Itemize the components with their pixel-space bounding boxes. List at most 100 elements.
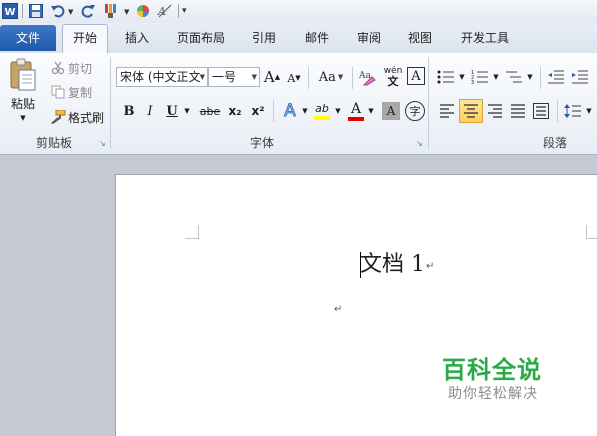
redo-icon[interactable] xyxy=(80,2,96,20)
group-separator xyxy=(110,57,111,149)
font-group-label: 字体 xyxy=(249,136,274,150)
quick-access-toolbar: W ▼ ▼ A ▾ xyxy=(0,0,597,24)
line-spacing-icon[interactable] xyxy=(563,101,583,121)
align-left-icon[interactable] xyxy=(437,101,457,121)
page-corner-mark-right xyxy=(586,225,597,239)
multilevel-list-dropdown-icon[interactable]: ▼ xyxy=(525,71,535,83)
clear-formatting-icon[interactable]: Aa xyxy=(357,67,377,87)
tab-home[interactable]: 开始 xyxy=(62,24,108,54)
highlight-label: ab xyxy=(315,102,329,115)
tab-view[interactable]: 视图 xyxy=(403,27,437,49)
save-icon[interactable] xyxy=(28,2,44,20)
font-name-value: 宋体 (中文正文 xyxy=(120,70,201,84)
page-corner-mark-left xyxy=(185,225,199,239)
align-right-icon[interactable] xyxy=(485,101,505,121)
clipboard-group-label: 剪贴板 xyxy=(35,136,72,150)
scissors-icon[interactable] xyxy=(50,60,66,76)
text-effects-dropdown-icon[interactable]: ▼ xyxy=(300,103,310,119)
italic-button[interactable]: I xyxy=(142,101,158,121)
font-row-separator xyxy=(352,67,353,89)
font-size-select[interactable]: 一号 ▼ xyxy=(208,67,260,87)
numbering-dropdown-icon[interactable]: ▼ xyxy=(491,71,501,83)
tab-page-layout[interactable]: 页面布局 xyxy=(172,27,230,49)
group-separator xyxy=(428,57,429,149)
bold-button[interactable]: B xyxy=(121,101,137,121)
undo-dropdown-icon[interactable]: ▼ xyxy=(68,8,73,16)
distributed-icon[interactable] xyxy=(531,101,551,121)
numbering-icon[interactable]: 123 xyxy=(470,67,490,87)
cut-button[interactable]: 剪切 xyxy=(68,60,92,76)
font-color-dropdown-icon[interactable]: ▼ xyxy=(366,103,376,119)
increase-indent-icon[interactable] xyxy=(570,67,590,87)
strikethrough-button[interactable]: abe xyxy=(199,101,221,121)
highlight-color-bar xyxy=(314,116,330,120)
font-color-bar xyxy=(348,117,364,121)
watermark-subtitle: 助你轻松解决 xyxy=(448,386,538,402)
customize-qat-icon[interactable]: ▾ xyxy=(182,6,187,16)
change-case-button[interactable]: Aa ▼ xyxy=(316,67,346,87)
highlight-button[interactable]: ab xyxy=(311,100,333,122)
tab-references[interactable]: 引用 xyxy=(247,27,281,49)
character-shading-button[interactable]: A xyxy=(382,102,400,120)
qat-separator xyxy=(22,4,23,18)
tab-file[interactable]: 文件 xyxy=(0,25,56,51)
ribbon-panel: 粘贴 ▼ 剪切 复制 格式刷 剪贴板 ↘ 宋体 (中文正文 ▼ 一号 ▼ A ▲ … xyxy=(0,53,597,155)
font-row-separator xyxy=(308,67,309,89)
copy-icon[interactable] xyxy=(50,84,66,100)
superscript-button[interactable]: x² xyxy=(249,101,267,121)
grow-font-button[interactable]: A ▲ xyxy=(264,67,280,87)
svg-text:W: W xyxy=(4,7,15,18)
paste-dropdown-icon[interactable]: ▼ xyxy=(16,113,30,123)
paste-button[interactable]: 粘贴 xyxy=(6,95,40,111)
clear-format-icon[interactable]: A xyxy=(156,2,174,20)
phonetic-guide-button[interactable]: wén 文 xyxy=(381,65,405,89)
color-wheel-icon[interactable] xyxy=(135,2,151,20)
change-case-label: Aa xyxy=(318,69,336,85)
highlight-dropdown-icon[interactable]: ▼ xyxy=(333,103,343,119)
bullets-icon[interactable] xyxy=(436,67,456,87)
bullets-dropdown-icon[interactable]: ▼ xyxy=(457,71,467,83)
grow-font-label: A xyxy=(263,68,275,86)
paragraph-mark-icon: ↵ xyxy=(426,261,435,272)
paragraph-row-separator xyxy=(557,100,558,122)
character-border-button[interactable]: A xyxy=(407,67,425,85)
document-title-text[interactable]: 文档 1 xyxy=(360,250,425,280)
clipboard-dialog-launcher-icon[interactable]: ↘ xyxy=(99,139,106,148)
line-spacing-dropdown-icon[interactable]: ▼ xyxy=(584,105,594,117)
ribbon-tab-bar: 文件 开始 插入 页面布局 引用 邮件 审阅 视图 开发工具 xyxy=(0,23,597,54)
paste-icon[interactable] xyxy=(6,57,40,93)
underline-dropdown-icon[interactable]: ▼ xyxy=(182,103,192,119)
subscript-button[interactable]: x₂ xyxy=(226,101,244,121)
tab-insert[interactable]: 插入 xyxy=(120,27,154,49)
copy-button[interactable]: 复制 xyxy=(68,84,92,100)
decrease-indent-icon[interactable] xyxy=(546,67,566,87)
align-center-icon[interactable] xyxy=(459,99,483,123)
qat-separator xyxy=(178,4,179,18)
shrink-font-button[interactable]: A ▼ xyxy=(286,69,302,87)
word-app-icon[interactable]: W xyxy=(1,2,19,20)
justify-icon[interactable] xyxy=(508,101,528,121)
font-size-dropdown-icon[interactable]: ▼ xyxy=(252,68,257,86)
multilevel-list-icon[interactable] xyxy=(504,67,524,87)
enclose-characters-button[interactable]: 字 xyxy=(405,101,425,121)
underline-button[interactable]: U xyxy=(164,101,180,121)
format-painter-button[interactable]: 格式刷 xyxy=(68,109,104,125)
font-name-dropdown-icon[interactable]: ▼ xyxy=(200,68,205,86)
undo-icon[interactable] xyxy=(50,2,66,20)
format-brush-icon[interactable] xyxy=(102,2,122,20)
format-brush-dropdown-icon[interactable]: ▼ xyxy=(124,8,129,16)
format-painter-icon[interactable] xyxy=(50,109,66,125)
font-size-value: 一号 xyxy=(212,70,237,84)
phonetic-guide-char: 文 xyxy=(387,74,399,88)
text-effects-button[interactable]: A xyxy=(280,100,300,122)
paragraph-mark-icon: ↵ xyxy=(334,304,343,315)
tab-developer[interactable]: 开发工具 xyxy=(455,27,515,49)
tab-mailings[interactable]: 邮件 xyxy=(300,27,334,49)
font-color-label: A xyxy=(350,101,362,117)
tab-review[interactable]: 审阅 xyxy=(352,27,386,49)
font-row-separator xyxy=(273,100,274,122)
font-dialog-launcher-icon[interactable]: ↘ xyxy=(416,139,423,148)
font-color-button[interactable]: A xyxy=(346,100,366,122)
watermark-title: 百科全说 xyxy=(442,356,542,384)
font-name-select[interactable]: 宋体 (中文正文 ▼ xyxy=(116,67,208,87)
